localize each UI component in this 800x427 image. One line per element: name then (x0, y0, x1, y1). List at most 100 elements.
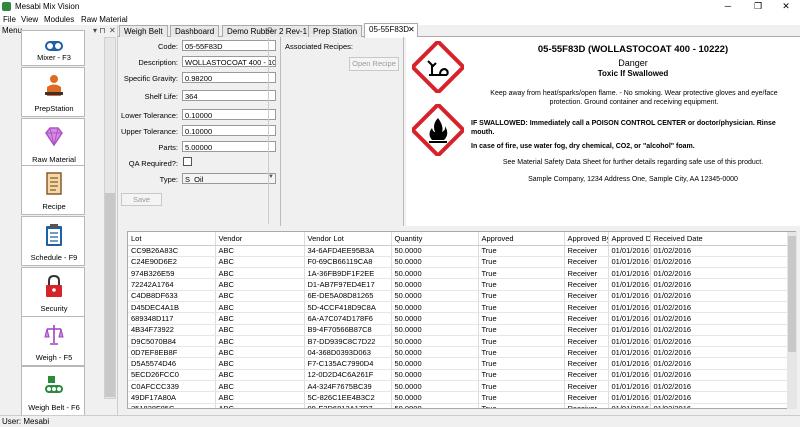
column-header[interactable]: Approved By (564, 232, 609, 246)
close-window-button[interactable]: ✕ (772, 0, 800, 14)
table-row[interactable]: 974B326E59 ABC 1A-36FB9DF1F2EE 50.0000 True R… (128, 267, 789, 280)
shelf-life-field[interactable]: 364 (182, 90, 276, 101)
open-recipe-button[interactable]: Open Recipe (349, 57, 399, 71)
sds-title: 05-55F83D (WOLLASTOCOAT 400 - 10222) (537, 44, 729, 55)
close-panel-icon[interactable]: ✕ (109, 26, 116, 35)
table-cell: B7-DD939C8C7D22 (304, 335, 392, 348)
table-row[interactable]: D45DEC4A1B ABC 5D-4CCF418D9C8A 50.0000 True R… (128, 301, 789, 314)
table-cell: B9-4F70566B87C8 (304, 324, 392, 336)
table-row[interactable]: C0AFCCC339 ABC A4-324F7675BC39 50.0000 True R… (128, 380, 789, 393)
table-cell: 1A-36FB9DF1F2EE (304, 267, 392, 280)
grid-scroll-thumb[interactable] (788, 236, 796, 352)
side-item-mixer[interactable]: Mixer - F3 (21, 30, 85, 66)
table-row[interactable]: 689348D117 ABC 6A-A7C074D178F6 50.0000 True R… (128, 312, 789, 325)
table-cell: True (478, 324, 565, 336)
restore-button[interactable]: ❐ (744, 0, 772, 14)
column-header[interactable]: Approved Date (608, 232, 651, 246)
table-cell: ABC (215, 290, 305, 302)
table-row[interactable]: CC9B26A83C ABC 34-6AFD4EE95B3A 50.0000 True R… (128, 245, 789, 257)
side-item-prepstation[interactable]: PrepStation (21, 67, 85, 117)
table-cell: C24E90D6E2 (128, 256, 216, 269)
table-row[interactable]: 0D7EF8EB8F ABC 04-368D0393D063 50.0000 True R… (128, 346, 789, 359)
tab-prep-station[interactable]: Prep Station (308, 25, 363, 37)
column-header[interactable]: Received Date (650, 232, 789, 246)
table-cell: D45DEC4A1B (128, 301, 216, 314)
table-cell: 4B34F73922 (128, 324, 216, 336)
column-header[interactable]: Lot (128, 232, 216, 246)
save-button[interactable]: Save (121, 193, 162, 206)
column-header[interactable]: Vendor (215, 232, 305, 246)
table-cell: ABC (215, 324, 305, 336)
code-field[interactable]: 05-55F83D (182, 40, 276, 51)
menu-modules[interactable]: Modules (44, 15, 74, 24)
side-item-weigh-belt[interactable]: Weigh Belt - F6 (21, 366, 85, 416)
table-row[interactable]: C24E90D6E2 ABC F0-69CB66119CA8 50.0000 True R… (128, 256, 789, 269)
side-menu-scroll-thumb[interactable] (105, 193, 115, 397)
form-scrollbar[interactable] (268, 38, 277, 224)
type-select[interactable]: S_Oil (182, 173, 276, 184)
minimize-button[interactable]: ─ (714, 0, 742, 14)
table-cell: 01/01/2016 (608, 312, 651, 325)
table-cell: Receiver (564, 380, 609, 393)
splitter[interactable] (280, 37, 282, 226)
description-field[interactable]: WOLLASTOCOAT 400 - 10222 (182, 56, 276, 67)
table-cell: 50.0000 (391, 324, 479, 336)
sds-signal-word: Danger (618, 58, 648, 68)
table-cell: 5ECD26FCC0 (128, 369, 216, 382)
qa-required-checkbox[interactable] (183, 157, 192, 166)
table-cell: 974B326E59 (128, 267, 216, 280)
table-cell: D1-AB7F97ED4E17 (304, 278, 392, 291)
side-item-weigh[interactable]: Weigh - F5 (21, 316, 85, 366)
side-item-recipe[interactable]: Recipe (21, 165, 85, 215)
table-cell: 5D-4CCF418D9C8A (304, 301, 392, 314)
menu-view[interactable]: View (21, 15, 38, 24)
column-header[interactable]: Quantity (391, 232, 479, 246)
lower-tolerance-field[interactable]: 0.10000 (182, 109, 276, 120)
splitter[interactable] (403, 37, 405, 226)
table-cell: ABC (215, 312, 305, 325)
table-cell: 689348D117 (128, 312, 216, 325)
pin-panel-icon[interactable]: ▾ ⊓ (93, 26, 105, 35)
table-cell: 01/02/2016 (650, 267, 789, 280)
form-pin-icon[interactable]: ⊓ (267, 26, 272, 34)
tab-label: 05-55F83D (369, 25, 410, 34)
lock-icon (46, 274, 62, 297)
table-cell: CC9B26A83C (128, 245, 216, 257)
table-row[interactable]: 4B34F73922 ABC B9-4F70566B87C8 50.0000 True R… (128, 324, 789, 336)
table-cell: 01/01/2016 (608, 324, 651, 336)
parts-label: Parts: (158, 143, 178, 152)
table-cell: 01/02/2016 (650, 256, 789, 269)
tab-dashboard[interactable]: Dashboard (170, 25, 220, 37)
table-row[interactable]: 5ECD26FCC0 ABC 12-0D2D4C6A261F 50.0000 True R… (128, 369, 789, 382)
side-item-security[interactable]: Security (21, 267, 85, 317)
table-cell: 50.0000 (391, 245, 479, 257)
qa-required-label: QA Required?: (128, 159, 178, 168)
tab-weigh-belt[interactable]: Weigh Belt (119, 25, 168, 37)
table-cell: True (478, 312, 565, 325)
tab-close-icon[interactable]: ✕ (408, 25, 415, 34)
table-row[interactable]: 49DF17A80A ABC 5C-826C1EE4B3C2 50.0000 True R… (128, 391, 789, 404)
side-item-raw-material[interactable]: Raw Material (21, 118, 85, 168)
specific-gravity-field[interactable]: 0.98200 (182, 72, 276, 83)
document-tab-strip (118, 25, 800, 37)
side-item-schedule[interactable]: Schedule - F9 (21, 216, 85, 266)
menu-file[interactable]: File (3, 15, 16, 24)
column-header[interactable]: Approved (478, 232, 565, 246)
table-cell: A4-324F7675BC39 (304, 380, 392, 393)
upper-tolerance-field[interactable]: 0.10000 (182, 125, 276, 136)
table-cell: 01/01/2016 (608, 391, 651, 404)
table-row[interactable]: C4DB8DF633 ABC 6E-DE5A08D81265 50.0000 True R… (128, 290, 789, 302)
table-row[interactable]: D5A5574D46 ABC F7-C135AC7990D4 50.0000 True R… (128, 357, 789, 370)
table-cell: 01/02/2016 (650, 290, 789, 302)
table-row[interactable]: 72242A1764 ABC D1-AB7F97ED4E17 50.0000 True R… (128, 278, 789, 291)
table-cell: 01/02/2016 (650, 403, 789, 408)
table-cell: 01/01/2016 (608, 369, 651, 382)
table-cell: 01/01/2016 (608, 267, 651, 280)
table-row[interactable]: 251828F85C ABC 99-E3D6812A17D7 50.0000 True R… (128, 403, 789, 408)
table-cell: 50.0000 (391, 391, 479, 404)
table-cell: 01/01/2016 (608, 403, 651, 408)
menu-raw-material[interactable]: Raw Material (81, 15, 128, 24)
parts-field[interactable]: 5.00000 (182, 141, 276, 152)
column-header[interactable]: Vendor Lot (304, 232, 392, 246)
table-row[interactable]: D9C5070B84 ABC B7-DD939C8C7D22 50.0000 True R… (128, 335, 789, 348)
